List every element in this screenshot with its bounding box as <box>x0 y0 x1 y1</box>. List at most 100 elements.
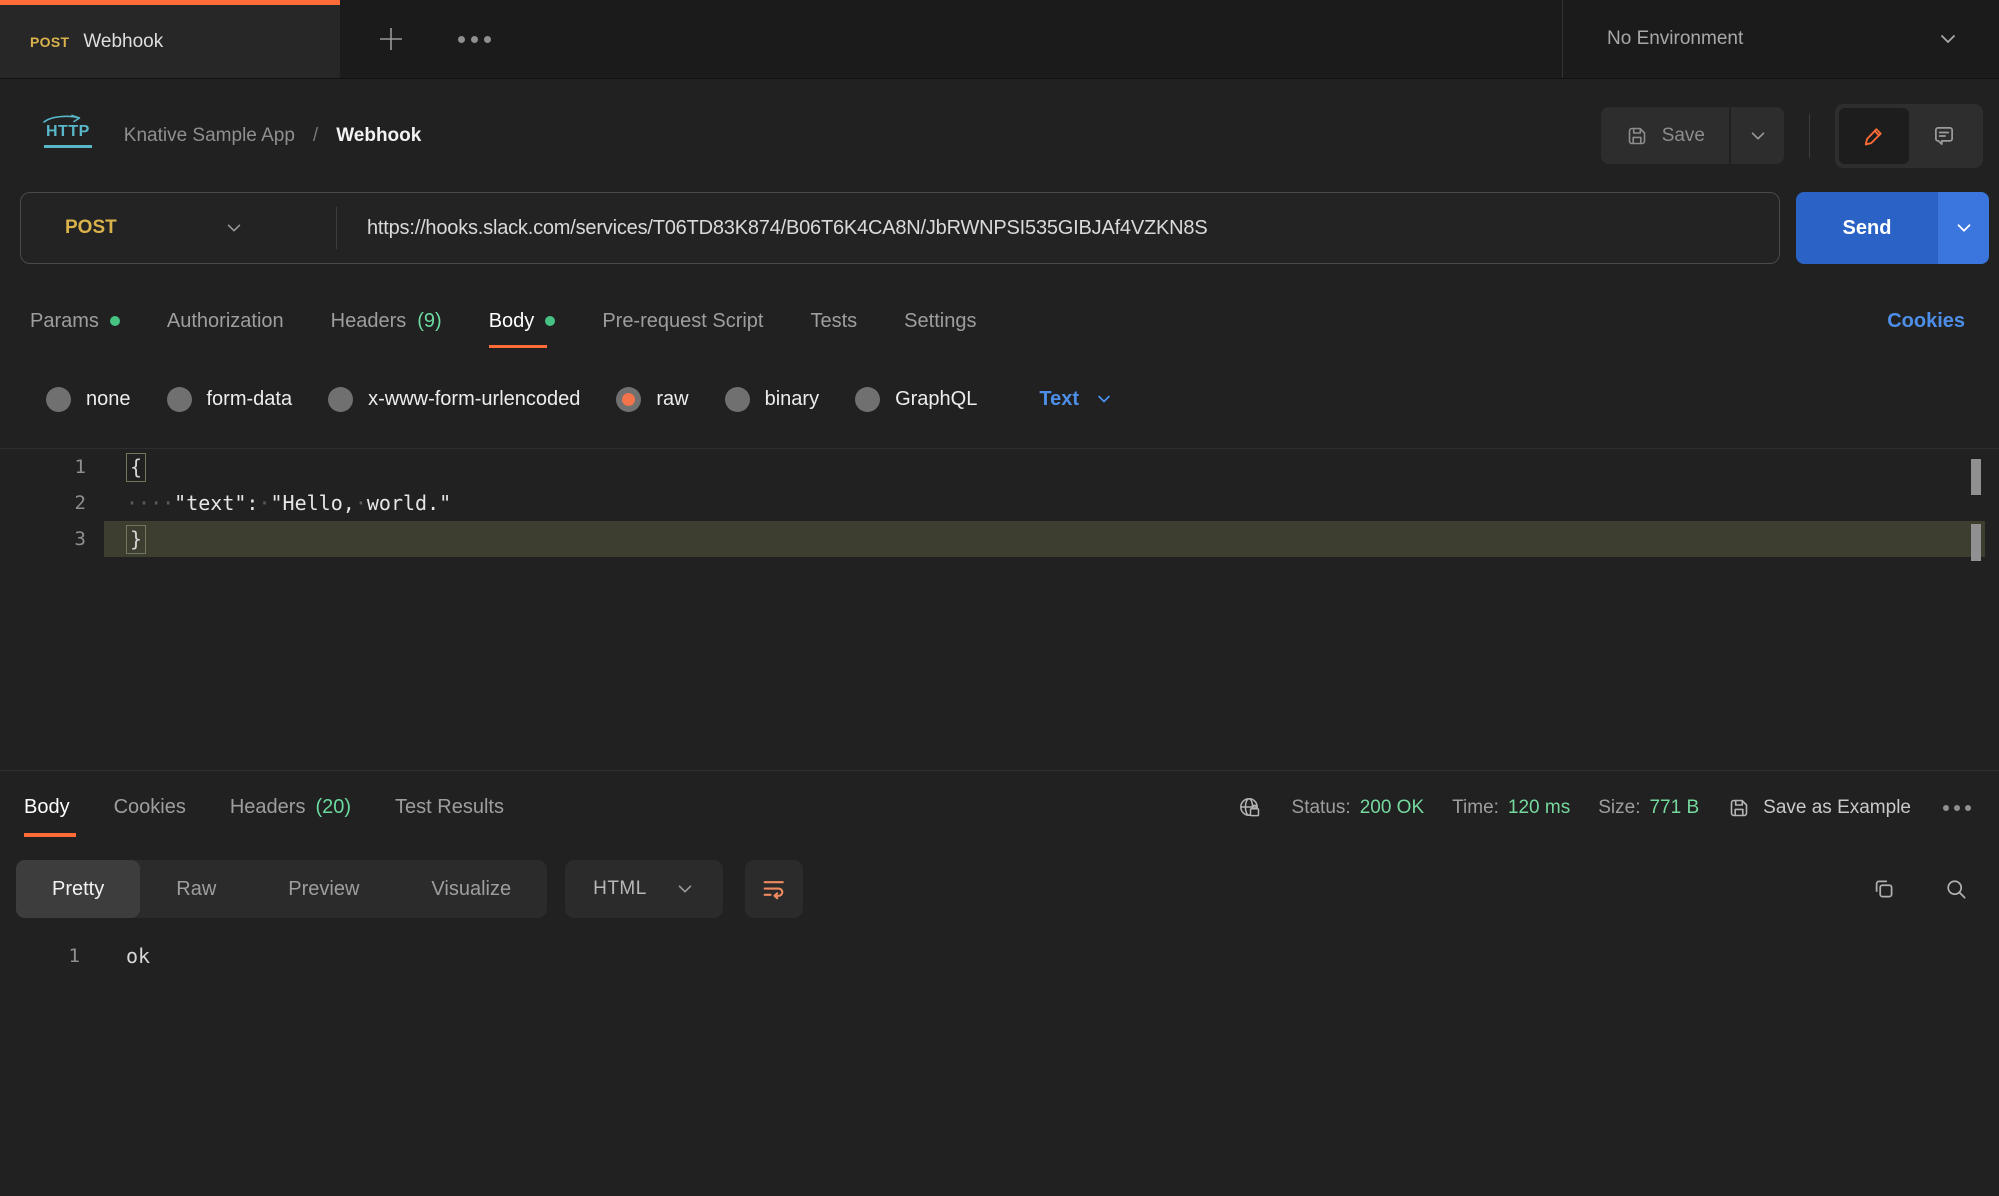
environment-label: No Environment <box>1607 28 1743 50</box>
send-button-group: Send <box>1796 192 1989 264</box>
radio-icon[interactable] <box>46 387 71 412</box>
view-raw[interactable]: Raw <box>140 860 252 918</box>
tab-tests[interactable]: Tests <box>810 310 857 333</box>
divider <box>1809 114 1810 158</box>
modified-dot <box>110 316 120 326</box>
line-number: 3 <box>0 528 86 550</box>
wrap-lines-button[interactable] <box>745 860 803 918</box>
response-view-switcher: Pretty Raw Preview Visualize <box>16 860 547 918</box>
body-mode-options: none form-data x-www-form-urlencoded raw… <box>0 374 1999 424</box>
response-tabs: Body Cookies Headers(20) Test Results <box>24 796 504 819</box>
response-tab-body[interactable]: Body <box>24 796 70 819</box>
tab-settings[interactable]: Settings <box>904 310 976 333</box>
url-input[interactable]: https://hooks.slack.com/services/T06TD83… <box>337 217 1207 240</box>
save-options-button[interactable] <box>1731 107 1784 164</box>
send-button[interactable]: Send <box>1796 192 1938 264</box>
matched-brace: } <box>126 525 146 554</box>
tab-params[interactable]: Params <box>30 310 120 333</box>
mode-none[interactable]: none <box>46 387 131 412</box>
chevron-down-icon <box>1937 28 1959 50</box>
comment-button[interactable] <box>1909 108 1979 164</box>
chevron-down-icon <box>1748 126 1768 146</box>
copy-icon <box>1871 876 1897 902</box>
request-tab-bar: POST Webhook No Environment <box>0 0 1999 79</box>
response-section: Body Cookies Headers(20) Test Results St… <box>0 770 1999 968</box>
environment-selector[interactable]: No Environment <box>1562 0 1999 78</box>
response-size: Size: 771 B <box>1598 797 1699 819</box>
response-tab-cookies[interactable]: Cookies <box>114 796 186 819</box>
new-tab-button[interactable] <box>376 24 406 54</box>
response-toolbar: Pretty Raw Preview Visualize HTML <box>0 860 1999 918</box>
modified-dot <box>545 316 555 326</box>
save-as-example-button[interactable]: Save as Example <box>1727 796 1911 820</box>
url-bar-row: POST https://hooks.slack.com/services/T0… <box>0 192 1999 264</box>
copy-response-button[interactable] <box>1871 876 1897 902</box>
response-meta: Status: 200 OK Time: 120 ms Size: 771 B … <box>1236 794 1971 822</box>
tab-headers[interactable]: Headers(9) <box>331 310 442 333</box>
mode-graphql[interactable]: GraphQL <box>855 387 977 412</box>
search-icon <box>1943 876 1969 902</box>
chevron-down-icon <box>1954 218 1974 238</box>
response-header: Body Cookies Headers(20) Test Results St… <box>0 771 1999 844</box>
response-tab-test-results[interactable]: Test Results <box>395 796 504 819</box>
mode-form-data[interactable]: form-data <box>167 387 293 412</box>
request-tab-webhook[interactable]: POST Webhook <box>0 0 340 78</box>
tab-pre-request-script[interactable]: Pre-request Script <box>602 310 763 333</box>
pencil-icon <box>1861 123 1887 149</box>
save-icon <box>1625 124 1649 148</box>
mode-binary[interactable]: binary <box>725 387 819 412</box>
tab-body[interactable]: Body <box>489 310 556 333</box>
breadcrumb-collection[interactable]: Knative Sample App <box>124 125 295 147</box>
cookies-link[interactable]: Cookies <box>1887 310 1965 333</box>
editor-scrollbar-mark[interactable] <box>1971 524 1981 561</box>
chevron-down-icon <box>224 218 244 238</box>
view-pretty[interactable]: Pretty <box>16 860 140 918</box>
send-options-button[interactable] <box>1938 192 1989 264</box>
line-number: 2 <box>0 492 86 514</box>
mode-raw[interactable]: raw <box>616 387 688 412</box>
mode-x-www-form-urlencoded[interactable]: x-www-form-urlencoded <box>328 387 580 412</box>
tab-authorization[interactable]: Authorization <box>167 310 284 333</box>
save-icon <box>1727 796 1751 820</box>
breadcrumb-separator: / <box>313 125 318 147</box>
response-tab-headers[interactable]: Headers(20) <box>230 796 351 819</box>
postman-window: POST Webhook No Environment HTTP Knative… <box>0 0 1999 1196</box>
response-format-dropdown[interactable]: HTML <box>565 860 723 918</box>
response-body-viewer[interactable]: 1 ok <box>0 944 1999 968</box>
response-status: Status: 200 OK <box>1292 797 1425 819</box>
edit-comment-toggle <box>1835 104 1983 168</box>
tab-title: Webhook <box>83 31 163 53</box>
breadcrumb-request-name[interactable]: Webhook <box>336 125 421 147</box>
search-response-button[interactable] <box>1943 876 1969 902</box>
tab-method-label: POST <box>30 34 69 50</box>
url-input-container: POST https://hooks.slack.com/services/T0… <box>20 192 1780 264</box>
method-dropdown[interactable]: POST <box>21 217 336 239</box>
chevron-down-icon <box>675 879 695 899</box>
network-info-icon[interactable] <box>1236 794 1264 822</box>
editor-scrollbar-mark[interactable] <box>1971 459 1981 495</box>
tab-actions <box>340 0 1562 78</box>
method-label: POST <box>65 217 117 239</box>
edit-request-button[interactable] <box>1839 108 1909 164</box>
radio-selected-icon[interactable] <box>616 387 641 412</box>
headers-count: (9) <box>417 310 441 333</box>
view-preview[interactable]: Preview <box>252 860 395 918</box>
breadcrumb-row: HTTP Knative Sample App / Webhook Save <box>0 79 1999 192</box>
radio-icon[interactable] <box>725 387 750 412</box>
comment-icon <box>1931 123 1957 149</box>
response-body-actions <box>1871 876 1969 902</box>
radio-icon[interactable] <box>167 387 192 412</box>
view-visualize[interactable]: Visualize <box>395 860 547 918</box>
whitespace-dots: ···· <box>126 491 174 515</box>
raw-language-dropdown[interactable]: Text <box>1039 388 1113 411</box>
save-button[interactable]: Save <box>1601 107 1729 164</box>
response-more-options-button[interactable] <box>1943 805 1971 811</box>
editor-line-current: 3 } <box>0 521 1999 557</box>
editor-line: 1 { <box>0 449 1999 485</box>
request-body-editor[interactable]: 1 { 2 ····"text":·"Hello,·world." 3 } <box>0 448 1999 770</box>
plus-icon <box>376 24 406 54</box>
radio-icon[interactable] <box>328 387 353 412</box>
radio-icon[interactable] <box>855 387 880 412</box>
tab-more-options-button[interactable] <box>458 36 491 43</box>
matched-brace: { <box>126 453 146 482</box>
